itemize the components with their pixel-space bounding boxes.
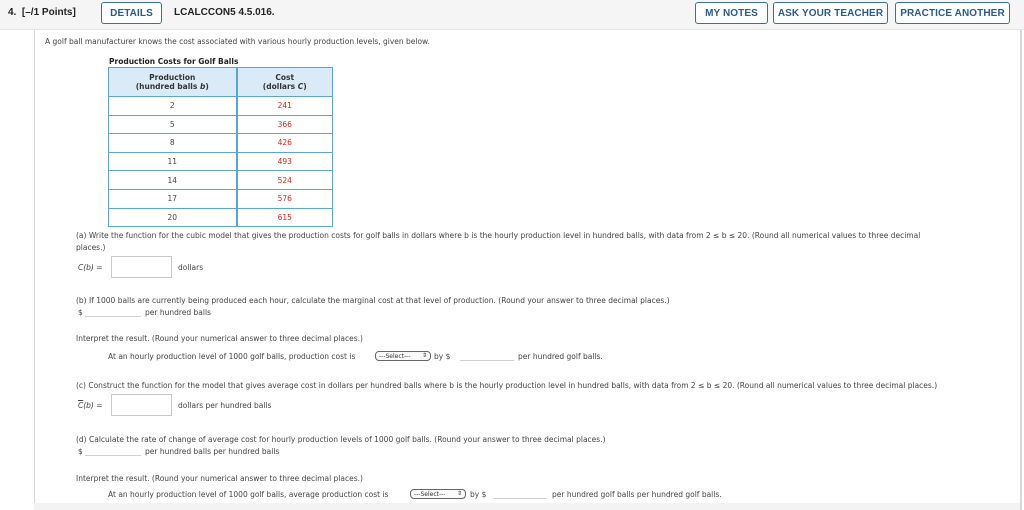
select-arrows-icon: ⇕ xyxy=(456,490,462,497)
cost-cell: 426 xyxy=(235,133,333,153)
header-production: Production (hundred balls b) xyxy=(108,67,237,97)
intro-text: A golf ball manufacturer knows the cost … xyxy=(45,37,430,46)
scrollbar-edge xyxy=(1020,30,1022,510)
production-cell: 8 xyxy=(108,133,237,153)
details-button[interactable]: DETAILS xyxy=(101,2,162,24)
part-b-by-label: by $ xyxy=(434,352,451,361)
cost-cell: 524 xyxy=(235,170,333,190)
part-b-direction-select[interactable]: ---Select--- ⇕ xyxy=(375,351,431,361)
production-cell: 2 xyxy=(108,96,237,116)
table-row: 17 576 xyxy=(108,188,333,209)
part-a-label: C(b) = xyxy=(78,263,103,272)
rate-of-change-input[interactable] xyxy=(85,445,141,456)
production-cell: 20 xyxy=(108,207,237,228)
part-b-interpret-unit: per hundred golf balls. xyxy=(518,352,603,361)
part-d-direction-select[interactable]: ---Select--- ⇕ xyxy=(410,489,466,499)
ask-teacher-button[interactable]: ASK YOUR TEACHER xyxy=(773,2,888,24)
part-d-interpret-text: At an hourly production level of 1000 go… xyxy=(108,490,389,499)
table-title: Production Costs for Golf Balls xyxy=(109,57,239,66)
practice-another-button[interactable]: PRACTICE ANOTHER xyxy=(895,2,1010,24)
part-b-interpret-input[interactable] xyxy=(460,350,514,361)
cost-cell: 615 xyxy=(235,207,333,228)
part-d-prompt: (d) Calculate the rate of change of aver… xyxy=(76,435,606,444)
production-cell: 5 xyxy=(108,114,237,135)
my-notes-button[interactable]: MY NOTES xyxy=(695,2,768,24)
question-points: 4. [–/1 Points] xyxy=(8,7,76,18)
question-code: LCALCCON5 4.5.016. xyxy=(174,7,275,18)
content-left-border xyxy=(34,30,35,510)
cost-cell: 241 xyxy=(235,96,333,116)
cost-cell: 576 xyxy=(235,188,333,209)
part-b-prompt: (b) If 1000 balls are currently being pr… xyxy=(76,296,670,305)
average-cost-function-input[interactable] xyxy=(111,394,172,416)
cost-function-input[interactable] xyxy=(111,256,172,278)
part-d-interpret-prompt: Interpret the result. (Round your numeri… xyxy=(76,474,363,483)
question-header: 4. [–/1 Points] DETAILS LCALCCON5 4.5.01… xyxy=(0,0,1024,30)
cost-cell: 493 xyxy=(235,151,333,172)
part-a-prompt: (a) Write the function for the cubic mod… xyxy=(76,231,921,240)
footer-shade xyxy=(34,503,1020,510)
part-d-interpret-input[interactable] xyxy=(493,488,547,499)
part-d-interpret-unit: per hundred golf balls per hundred golf … xyxy=(552,490,722,499)
part-b-currency: $ xyxy=(78,308,83,317)
part-d-currency: $ xyxy=(78,447,83,456)
part-d-by-label: by $ xyxy=(470,490,487,499)
part-c-label: C(b) = xyxy=(78,401,103,410)
production-cell: 17 xyxy=(108,188,237,209)
part-c-unit: dollars per hundred balls xyxy=(178,401,272,410)
cost-cell: 366 xyxy=(235,114,333,135)
table-row: 14 524 xyxy=(108,170,333,190)
part-b-interpret-prompt: Interpret the result. (Round your numeri… xyxy=(76,334,363,343)
production-costs-table: Production (hundred balls b) Cost (dolla… xyxy=(108,67,333,228)
select-arrows-icon: ⇕ xyxy=(421,352,427,359)
table-row: 2 241 xyxy=(108,96,333,116)
part-a-prompt-cont: places.) xyxy=(76,243,106,252)
production-cell: 14 xyxy=(108,170,237,190)
table-row: 20 615 xyxy=(108,207,333,228)
marginal-cost-input[interactable] xyxy=(85,306,141,317)
table-row: 8 426 xyxy=(108,133,333,153)
table-row: 11 493 xyxy=(108,151,333,172)
part-d-unit: per hundred balls per hundred balls xyxy=(145,447,280,456)
part-a-unit: dollars xyxy=(178,263,204,272)
part-b-unit: per hundred balls xyxy=(145,308,211,317)
table-row: 5 366 xyxy=(108,114,333,135)
header-cost: Cost (dollars C) xyxy=(235,67,333,97)
part-c-prompt: (c) Construct the function for the model… xyxy=(76,381,938,390)
production-cell: 11 xyxy=(108,151,237,172)
part-b-interpret-text: At an hourly production level of 1000 go… xyxy=(108,352,356,361)
